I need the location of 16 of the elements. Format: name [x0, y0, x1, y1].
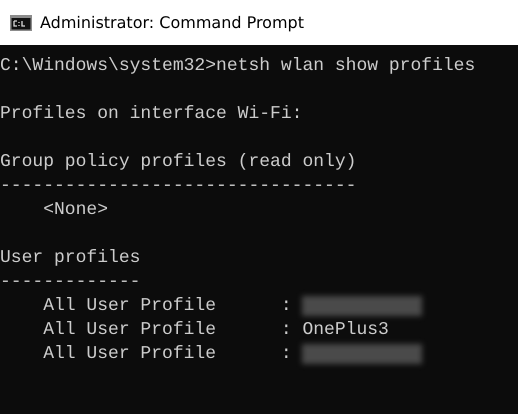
console-line: Group policy profiles (read only) [0, 151, 356, 174]
console-line: <None> [43, 199, 108, 222]
separator: : [280, 295, 292, 318]
profile-name: OnePlus3 [302, 319, 389, 342]
console-icon [10, 14, 32, 30]
window-title: Administrator: Command Prompt [40, 13, 304, 32]
profile-label: All User Profile [43, 319, 218, 342]
console-line: --------------------------------- [0, 175, 356, 198]
console-line: Profiles on interface Wi-Fi: [0, 103, 302, 126]
separator: : [280, 319, 292, 342]
separator: : [280, 343, 292, 366]
console-line: User profiles [0, 247, 140, 270]
console-line: ------------- [0, 271, 140, 294]
profile-label: All User Profile [43, 295, 218, 318]
profile-label: All User Profile [43, 343, 218, 366]
console-line: C:\Windows\system32>netsh wlan show profiles [0, 55, 476, 78]
